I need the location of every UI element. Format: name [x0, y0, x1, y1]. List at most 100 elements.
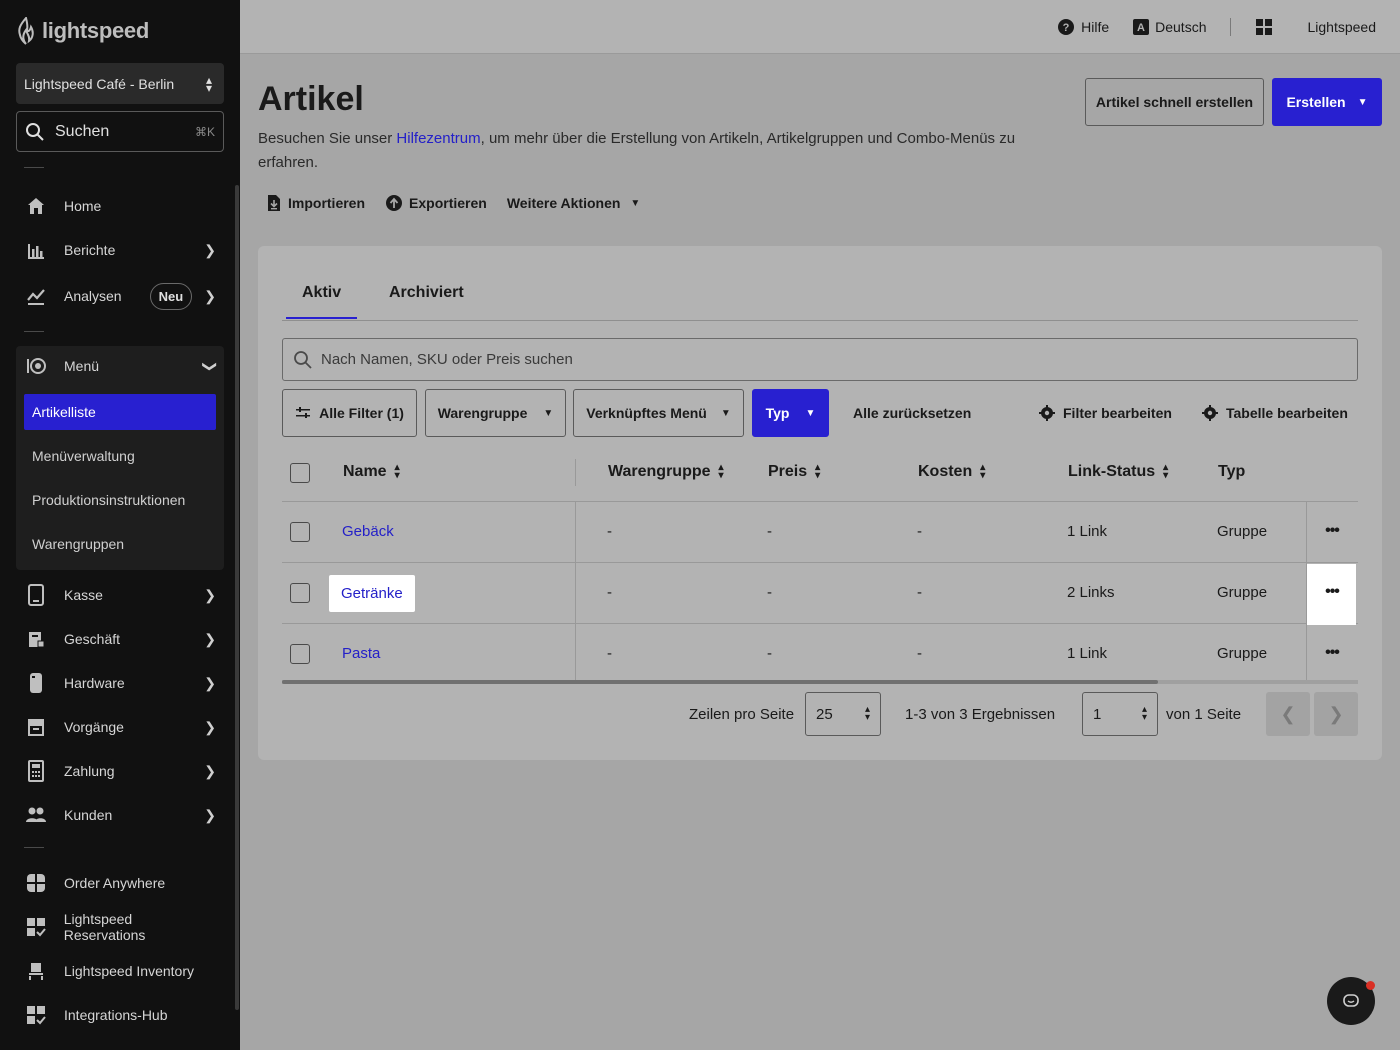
- sidebar-item-label: Vorgänge: [64, 719, 124, 735]
- column-header-kosten[interactable]: Kosten ▴ ▾: [918, 463, 985, 481]
- chevron-up-down-icon: ▴ ▾: [205, 72, 212, 95]
- sidebar-item-inventory[interactable]: Lightspeed Inventory: [16, 951, 224, 991]
- column-header-label: Preis: [768, 463, 808, 480]
- prev-page-button[interactable]: ❮: [1266, 692, 1310, 736]
- sidebar-item-vorgaenge[interactable]: Vorgänge ❯: [16, 707, 224, 747]
- account-menu[interactable]: Lightspeed: [1307, 19, 1376, 35]
- export-button[interactable]: Exportieren: [385, 194, 487, 212]
- sidebar-scrollbar[interactable]: [235, 185, 239, 1010]
- chevron-left-icon: ❮: [1280, 703, 1296, 724]
- row-more-button[interactable]: •••: [1318, 517, 1346, 545]
- row-checkbox[interactable]: [290, 522, 310, 542]
- row-more-button[interactable]: •••: [1318, 639, 1346, 667]
- row-checkbox[interactable]: [290, 583, 310, 603]
- divider: [24, 331, 44, 332]
- column-resizer[interactable]: [575, 459, 576, 486]
- cell-warengruppe: -: [607, 645, 612, 662]
- sidebar-item-label: Lightspeed Inventory: [64, 963, 194, 979]
- lightspeed-logo[interactable]: lightspeed: [16, 16, 149, 46]
- sidebar-search[interactable]: Suchen ⌘K: [16, 111, 224, 152]
- linked-menu-filter-label: Verknüpftes Menü: [586, 405, 707, 421]
- cell-typ: Gruppe: [1217, 645, 1268, 662]
- rows-per-page-select[interactable]: 25 ▴ ▾: [805, 692, 881, 736]
- calculator-icon: [24, 759, 48, 783]
- row-checkbox[interactable]: [290, 644, 310, 664]
- caret-down-icon: ▼: [543, 407, 554, 419]
- sidebar-subitem-produktionsinstruktionen[interactable]: Produktionsinstruktionen: [24, 482, 216, 518]
- row-more-button[interactable]: •••: [1318, 578, 1346, 606]
- sidebar-item-kasse[interactable]: Kasse ❯: [16, 575, 224, 615]
- typ-filter[interactable]: Typ ▼: [752, 389, 829, 437]
- results-count: 1-3 von 3 Ergebnissen: [905, 706, 1056, 723]
- row-name-link[interactable]: Getränke: [329, 575, 415, 612]
- sidebar-item-zahlung[interactable]: Zahlung ❯: [16, 751, 224, 791]
- linked-menu-filter[interactable]: Verknüpftes Menü ▼: [573, 389, 744, 437]
- cell-link-status: 1 Link: [1067, 645, 1108, 662]
- sidebar-item-hardware[interactable]: Hardware ❯: [16, 663, 224, 703]
- page-number-select[interactable]: 1 ▴ ▾: [1082, 692, 1158, 736]
- import-button[interactable]: Importieren: [266, 194, 365, 212]
- sidebar-item-kunden[interactable]: Kunden ❯: [16, 795, 224, 835]
- warengruppe-filter[interactable]: Warengruppe ▼: [425, 389, 566, 437]
- row-divider: [282, 501, 1358, 502]
- edit-filters-label: Filter bearbeiten: [1063, 405, 1172, 421]
- column-header-label: Warengruppe: [608, 463, 711, 480]
- sidebar-item-order-anywhere[interactable]: Order Anywhere: [16, 863, 224, 903]
- sidebar-item-integrations[interactable]: Integrations-Hub: [16, 995, 224, 1035]
- import-icon: [268, 195, 280, 211]
- next-page-button[interactable]: ❯: [1314, 692, 1358, 736]
- column-header-label: Name: [343, 463, 387, 480]
- cell-warengruppe: -: [607, 584, 612, 601]
- sidebar-subitem-menuverwaltung[interactable]: Menüverwaltung: [24, 438, 216, 474]
- tab-aktiv[interactable]: Aktiv: [302, 284, 341, 302]
- quick-create-button[interactable]: Artikel schnell erstellen: [1085, 78, 1264, 126]
- language-selector[interactable]: A Deutsch: [1133, 18, 1206, 35]
- page-title: Artikel: [258, 80, 364, 118]
- horizontal-scrollbar[interactable]: [282, 680, 1158, 684]
- sidebar-item-home[interactable]: Home: [16, 186, 224, 226]
- sidebar-subitem-artikelliste[interactable]: Artikelliste: [24, 394, 216, 430]
- help-link[interactable]: ? Hilfe: [1057, 18, 1109, 36]
- row-name-link[interactable]: Gebäck: [342, 523, 394, 540]
- app-switcher[interactable]: [1255, 18, 1273, 36]
- create-button[interactable]: Erstellen ▼: [1272, 78, 1382, 126]
- sidebar-subitem-warengruppen[interactable]: Warengruppen: [24, 526, 216, 562]
- row-divider: [282, 623, 1358, 624]
- select-all-checkbox[interactable]: [290, 463, 310, 483]
- column-header-name[interactable]: Name ▴ ▾: [343, 463, 400, 481]
- apps-check-icon: [24, 1003, 48, 1027]
- edit-filters-button[interactable]: Filter bearbeiten: [1039, 405, 1172, 421]
- caret-down-icon: ▼: [630, 197, 641, 209]
- store-icon: [24, 627, 48, 651]
- sidebar-item-reservations[interactable]: Lightspeed Reservations: [16, 907, 224, 947]
- reset-filters-button[interactable]: Alle zurücksetzen: [853, 405, 971, 421]
- all-filters-button[interactable]: Alle Filter (1): [282, 389, 417, 437]
- more-actions-button[interactable]: Weitere Aktionen ▼: [507, 195, 641, 211]
- svg-text:A: A: [1137, 22, 1145, 34]
- sidebar-item-label: Menü: [64, 358, 100, 374]
- tab-archiviert[interactable]: Archiviert: [389, 284, 464, 302]
- cell-link-status: 2 Links: [1067, 584, 1115, 601]
- edit-table-button[interactable]: Tabelle bearbeiten: [1202, 405, 1348, 421]
- sidebar-item-berichte[interactable]: Berichte ❯: [16, 230, 224, 270]
- sidebar-item-label: Analysen: [64, 288, 122, 304]
- column-header-typ[interactable]: Typ: [1218, 463, 1245, 481]
- sidebar-item-geschaeft[interactable]: Geschäft ❯: [16, 619, 224, 659]
- search-shortcut: ⌘K: [194, 124, 215, 139]
- sidebar-item-menu[interactable]: Menü ❯: [16, 346, 224, 386]
- article-search-input[interactable]: Nach Namen, SKU oder Preis suchen: [282, 338, 1358, 381]
- cell-kosten: -: [917, 645, 922, 662]
- flame-icon: [18, 17, 34, 45]
- sidebar-item-analysen[interactable]: Analysen Neu ❯: [16, 276, 224, 316]
- sidebar-item-label: Kunden: [64, 807, 113, 823]
- help-center-link[interactable]: Hilfezentrum: [396, 130, 480, 147]
- venue-selector[interactable]: Lightspeed Café - Berlin ▴ ▾: [16, 63, 224, 104]
- sort-icon: ▴ ▾: [815, 462, 821, 481]
- column-header-warengruppe[interactable]: Warengruppe ▴ ▾: [608, 463, 724, 481]
- menu-group: Menü ❯ Artikelliste Menüverwaltung Produ…: [16, 346, 224, 570]
- row-name-link[interactable]: Pasta: [342, 645, 380, 662]
- column-header-preis[interactable]: Preis ▴ ▾: [768, 463, 820, 481]
- column-header-link-status[interactable]: Link-Status ▴ ▾: [1068, 463, 1168, 481]
- reset-label: Alle zurücksetzen: [853, 405, 972, 421]
- row-divider: [282, 562, 1358, 563]
